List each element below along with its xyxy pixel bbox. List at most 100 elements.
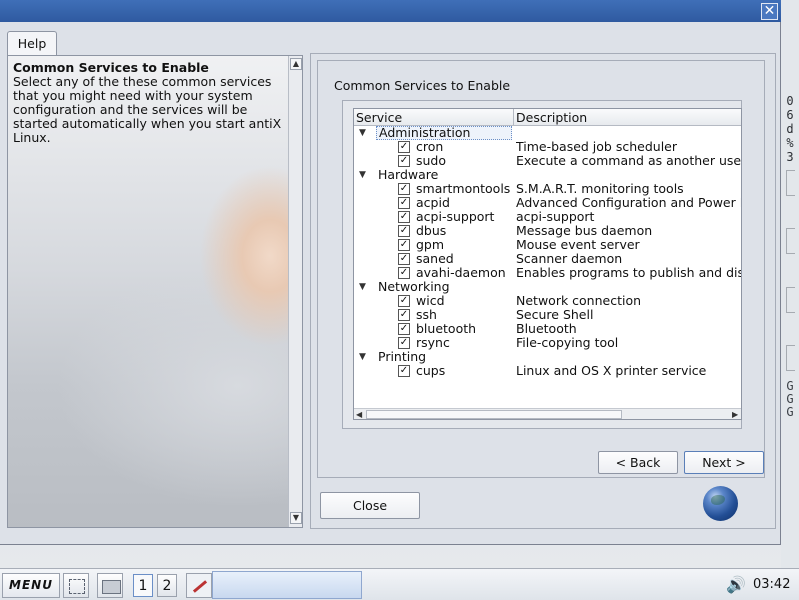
service-description: Execute a command as another user: [516, 154, 742, 168]
service-checkbox[interactable]: ✓: [398, 141, 410, 153]
window-close-icon[interactable]: ✕: [761, 3, 778, 20]
service-name: rsync: [416, 335, 450, 350]
fullscreen-icon[interactable]: [63, 573, 89, 598]
tree-category-row[interactable]: ▼ Administration: [354, 126, 741, 140]
next-button[interactable]: Next >: [684, 451, 764, 474]
desktop-char: G: [786, 405, 794, 419]
scroll-up-icon[interactable]: ▲: [290, 58, 302, 70]
service-description: Time-based job scheduler: [516, 140, 677, 154]
category-label: Networking: [378, 279, 450, 294]
service-name: bluetooth: [416, 321, 477, 336]
scroll-right-icon[interactable]: ▶: [732, 409, 738, 419]
service-row[interactable]: ✓ rsync File-copying tool: [354, 335, 741, 350]
expander-icon[interactable]: ▼: [359, 280, 369, 294]
desktop-char: %: [786, 136, 794, 150]
service-checkbox[interactable]: ✓: [398, 239, 410, 251]
scroll-left-icon[interactable]: ◀: [356, 409, 362, 419]
menu-button[interactable]: MENU: [2, 573, 60, 598]
back-button[interactable]: < Back: [598, 451, 678, 474]
expander-icon[interactable]: ▼: [359, 126, 369, 140]
service-name: ssh: [416, 307, 437, 322]
service-description: Mouse event server: [516, 238, 640, 252]
category-label: Hardware: [378, 167, 439, 182]
service-name: acpid: [416, 195, 450, 210]
service-row[interactable]: ✓ acpid Advanced Configuration and Power I…: [354, 195, 741, 210]
column-separator: [513, 109, 514, 126]
service-row[interactable]: ✓ cron Time-based job scheduler: [354, 140, 741, 154]
content-panel: Common Services to Enable Service Descri…: [310, 53, 776, 529]
desktop-widget-box: [786, 228, 795, 254]
tree-horizontal-scrollbar[interactable]: ◀ ▶: [354, 408, 741, 419]
task-window-button[interactable]: [212, 571, 362, 599]
desktop-strip: [781, 0, 799, 568]
expander-icon[interactable]: ▼: [359, 168, 369, 182]
service-checkbox[interactable]: ✓: [398, 183, 410, 195]
service-row[interactable]: ✓ saned Scanner daemon: [354, 252, 741, 266]
service-row[interactable]: ✓ cups Linux and OS X printer service: [354, 363, 741, 378]
tab-help[interactable]: Help: [7, 31, 57, 56]
task-app-icon[interactable]: [186, 573, 212, 598]
service-row[interactable]: ✓ wicd Network connection: [354, 293, 741, 308]
service-row[interactable]: ✓ dbus Message bus daemon: [354, 223, 741, 238]
service-checkbox[interactable]: ✓: [398, 155, 410, 167]
service-checkbox[interactable]: ✓: [398, 323, 410, 335]
service-checkbox[interactable]: ✓: [398, 253, 410, 265]
service-checkbox[interactable]: ✓: [398, 211, 410, 223]
desktop-widget-box: [786, 345, 795, 371]
services-title: Common Services to Enable: [334, 78, 511, 93]
service-checkbox[interactable]: ✓: [398, 225, 410, 237]
services-tree[interactable]: Service Description ▼ Administration ✓ cron…: [353, 108, 742, 420]
show-desktop-icon[interactable]: [97, 573, 123, 598]
service-description: Linux and OS X printer service: [516, 364, 707, 378]
service-row[interactable]: ✓ gpm Mouse event server: [354, 238, 741, 252]
service-name: wicd: [416, 293, 445, 308]
close-button[interactable]: Close: [320, 492, 420, 519]
service-row[interactable]: ✓ sudo Execute a command as another user: [354, 153, 742, 168]
column-header-service[interactable]: Service: [356, 110, 402, 125]
service-checkbox[interactable]: ✓: [398, 309, 410, 321]
desktop-char: 3: [786, 150, 794, 164]
tree-header: Service Description: [354, 109, 741, 126]
service-name: avahi-daemon: [416, 265, 506, 280]
tree-category-row[interactable]: ▼ Hardware: [354, 167, 741, 182]
desktop-char: 6: [786, 108, 794, 122]
services-tree-frame: Service Description ▼ Administration ✓ cron…: [342, 100, 742, 429]
tree-category-row[interactable]: ▼ Printing: [354, 350, 741, 364]
tree-category-row[interactable]: ▼ Networking: [354, 279, 741, 294]
column-header-description[interactable]: Description: [516, 110, 587, 125]
scrollbar-thumb[interactable]: [366, 410, 622, 419]
service-name: dbus: [416, 223, 447, 238]
service-row[interactable]: ✓ ssh Secure Shell: [354, 307, 741, 322]
desktop-char: d: [786, 122, 794, 136]
window-titlebar[interactable]: ✕: [0, 0, 781, 22]
desktop-widget-box: [786, 170, 795, 196]
expander-icon[interactable]: ▼: [359, 350, 369, 364]
service-description: Message bus daemon: [516, 224, 653, 238]
service-row[interactable]: ✓ bluetooth Bluetooth: [354, 321, 741, 336]
desktop-conky-text-2: GGG: [781, 380, 799, 419]
service-name: sudo: [416, 153, 447, 168]
service-checkbox[interactable]: ✓: [398, 337, 410, 349]
help-panel: Common Services to Enable Select any of …: [7, 55, 303, 528]
service-description: Secure Shell: [516, 308, 594, 322]
service-description: File-copying tool: [516, 336, 619, 350]
service-row[interactable]: ✓ avahi-daemon Enables programs to publish…: [354, 265, 741, 280]
help-scrollbar[interactable]: ▲ ▼: [288, 56, 302, 527]
service-row[interactable]: ✓ acpi-support acpi-support: [354, 210, 741, 224]
service-checkbox[interactable]: ✓: [398, 365, 410, 377]
workspace-2[interactable]: 2: [157, 574, 177, 597]
workspace-1[interactable]: 1: [133, 574, 153, 597]
service-row[interactable]: ✓ smartmontools S.M.A.R.T. monitoring tool…: [354, 182, 741, 196]
scroll-down-icon[interactable]: ▼: [290, 512, 302, 524]
service-description: acpi-support: [516, 210, 595, 224]
service-description: Scanner daemon: [516, 252, 623, 266]
tree-rows: ▼ Administration ✓ cron Time-based job sched…: [354, 126, 742, 378]
services-group: Common Services to Enable Service Descri…: [317, 60, 765, 478]
service-checkbox[interactable]: ✓: [398, 295, 410, 307]
volume-icon[interactable]: 🔊: [726, 575, 746, 595]
help-heading: Common Services to Enable: [13, 60, 209, 75]
service-name: cups: [416, 363, 446, 378]
service-checkbox[interactable]: ✓: [398, 267, 410, 279]
service-checkbox[interactable]: ✓: [398, 197, 410, 209]
clock: 03:42: [753, 577, 791, 592]
